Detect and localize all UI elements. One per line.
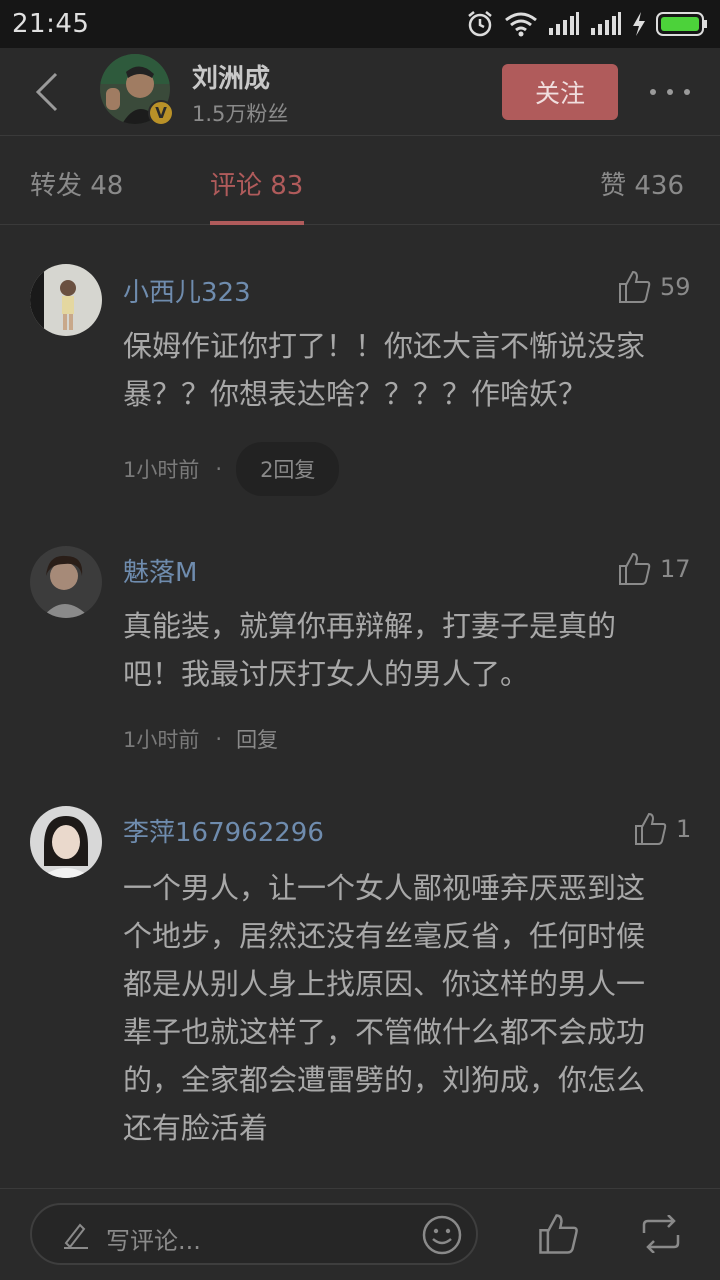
signal-icon	[549, 12, 579, 35]
comment-input-placeholder: 写评论...	[106, 1227, 201, 1255]
comment-input[interactable]: 写评论...	[30, 1203, 478, 1265]
comment-text-line: 还有脸活着	[123, 1111, 269, 1145]
comment-item: 魅落M 17 真能装，就算你再辩解，打妻子是真的 吧！我最讨厌打女人的男人了。 …	[0, 516, 720, 786]
back-icon[interactable]	[26, 70, 66, 114]
thumbs-up-icon	[619, 270, 651, 303]
comment-like-button[interactable]: 59	[618, 270, 691, 304]
comment-text-line: 的，全家都会遭雷劈的，刘狗成，你怎么	[123, 1063, 646, 1097]
status-bar: 21:45	[0, 0, 720, 48]
thumbs-up-icon	[619, 552, 651, 585]
more-icon[interactable]	[645, 78, 695, 106]
thumbs-up-icon	[635, 812, 667, 845]
reply-button[interactable]: 2回复	[236, 442, 340, 496]
bottom-bar: 写评论...	[0, 1188, 720, 1280]
tab-bar: 转发 48 评论 83 赞 436	[0, 137, 720, 225]
follow-button[interactable]: 关注	[502, 64, 618, 120]
header: V 刘洲成 1.5万粉丝 关注	[0, 48, 720, 136]
comment-meta: 1小时前 · 2回复	[123, 442, 340, 496]
verified-badge: V	[148, 100, 174, 126]
battery-icon	[656, 12, 707, 36]
comment-item: 小西儿323 59 保姆作证你打了！！你还大言不惭说没家 暴？？你想表达啥？？？…	[0, 226, 720, 516]
comment-like-button[interactable]: 1	[634, 812, 691, 846]
repost-icon[interactable]	[640, 1215, 682, 1253]
tab-active-indicator	[210, 221, 304, 225]
user-avatar[interactable]: V	[100, 54, 174, 128]
pen-icon	[64, 1223, 88, 1249]
reply-button[interactable]: 回复	[236, 724, 278, 754]
commenter-avatar[interactable]	[30, 806, 102, 878]
status-time: 21:45	[12, 9, 90, 39]
alarm-icon	[468, 11, 492, 37]
comment-text: 保姆作证你打了！！你还大言不惭说没家 暴？？你想表达啥？？？？作啥妖？	[123, 322, 695, 418]
commenter-avatar[interactable]	[30, 264, 102, 336]
tab-repost[interactable]: 转发 48	[30, 165, 123, 202]
tab-comment[interactable]: 评论 83	[210, 165, 303, 202]
meta-separator: ·	[215, 457, 223, 481]
comment-time: 1小时前	[123, 458, 200, 482]
comment-item: 李萍167962296 1 一个男人，让一个女人鄙视唾弃厌恶到这 个地步，居然还…	[0, 786, 720, 1188]
commenter-name[interactable]: 魅落M	[123, 552, 197, 589]
comment-text-line: 一个男人，让一个女人鄙视唾弃厌恶到这	[123, 871, 646, 905]
meta-separator: ·	[215, 727, 223, 751]
commenter-avatar[interactable]	[30, 546, 102, 618]
comment-text-line: 真能装，就算你再辩解，打妻子是真的	[123, 609, 617, 643]
comment-text-line: 吧！我最讨厌打女人的男人了。	[123, 657, 530, 691]
comment-like-button[interactable]: 17	[618, 552, 691, 586]
commenter-name[interactable]: 李萍167962296	[123, 812, 324, 849]
user-name[interactable]: 刘洲成	[192, 58, 270, 95]
like-count: 17	[660, 555, 691, 583]
comment-text-line: 辈子也就这样了，不管做什么都不会成功	[123, 1015, 646, 1049]
like-count: 59	[660, 273, 691, 301]
comment-meta: 1小时前 · 回复	[123, 724, 278, 754]
like-count: 1	[676, 815, 692, 843]
emoji-icon[interactable]	[422, 1215, 462, 1255]
status-icons	[466, 10, 708, 38]
signal-icon-2	[591, 12, 621, 35]
comment-text-line: 暴？？你想表达啥？？？？作啥妖？	[123, 377, 588, 411]
comment-text-line: 保姆作证你打了！！你还大言不惭说没家	[123, 329, 646, 363]
comment-time: 1小时前	[123, 728, 200, 752]
comment-text: 一个男人，让一个女人鄙视唾弃厌恶到这 个地步，居然还没有丝毫反省，任何时候 都是…	[123, 864, 703, 1152]
thumbs-up-icon[interactable]	[538, 1213, 580, 1255]
charging-icon	[633, 12, 645, 36]
comment-text: 真能装，就算你再辩解，打妻子是真的 吧！我最讨厌打女人的男人了。	[123, 602, 695, 698]
tab-like[interactable]: 赞 436	[600, 165, 684, 202]
comment-text-line: 都是从别人身上找原因、你这样的男人一	[123, 967, 646, 1001]
wifi-icon	[505, 12, 537, 37]
commenter-name[interactable]: 小西儿323	[123, 272, 251, 309]
comment-text-line: 个地步，居然还没有丝毫反省，任何时候	[123, 919, 646, 953]
fans-count: 1.5万粉丝	[192, 102, 289, 126]
